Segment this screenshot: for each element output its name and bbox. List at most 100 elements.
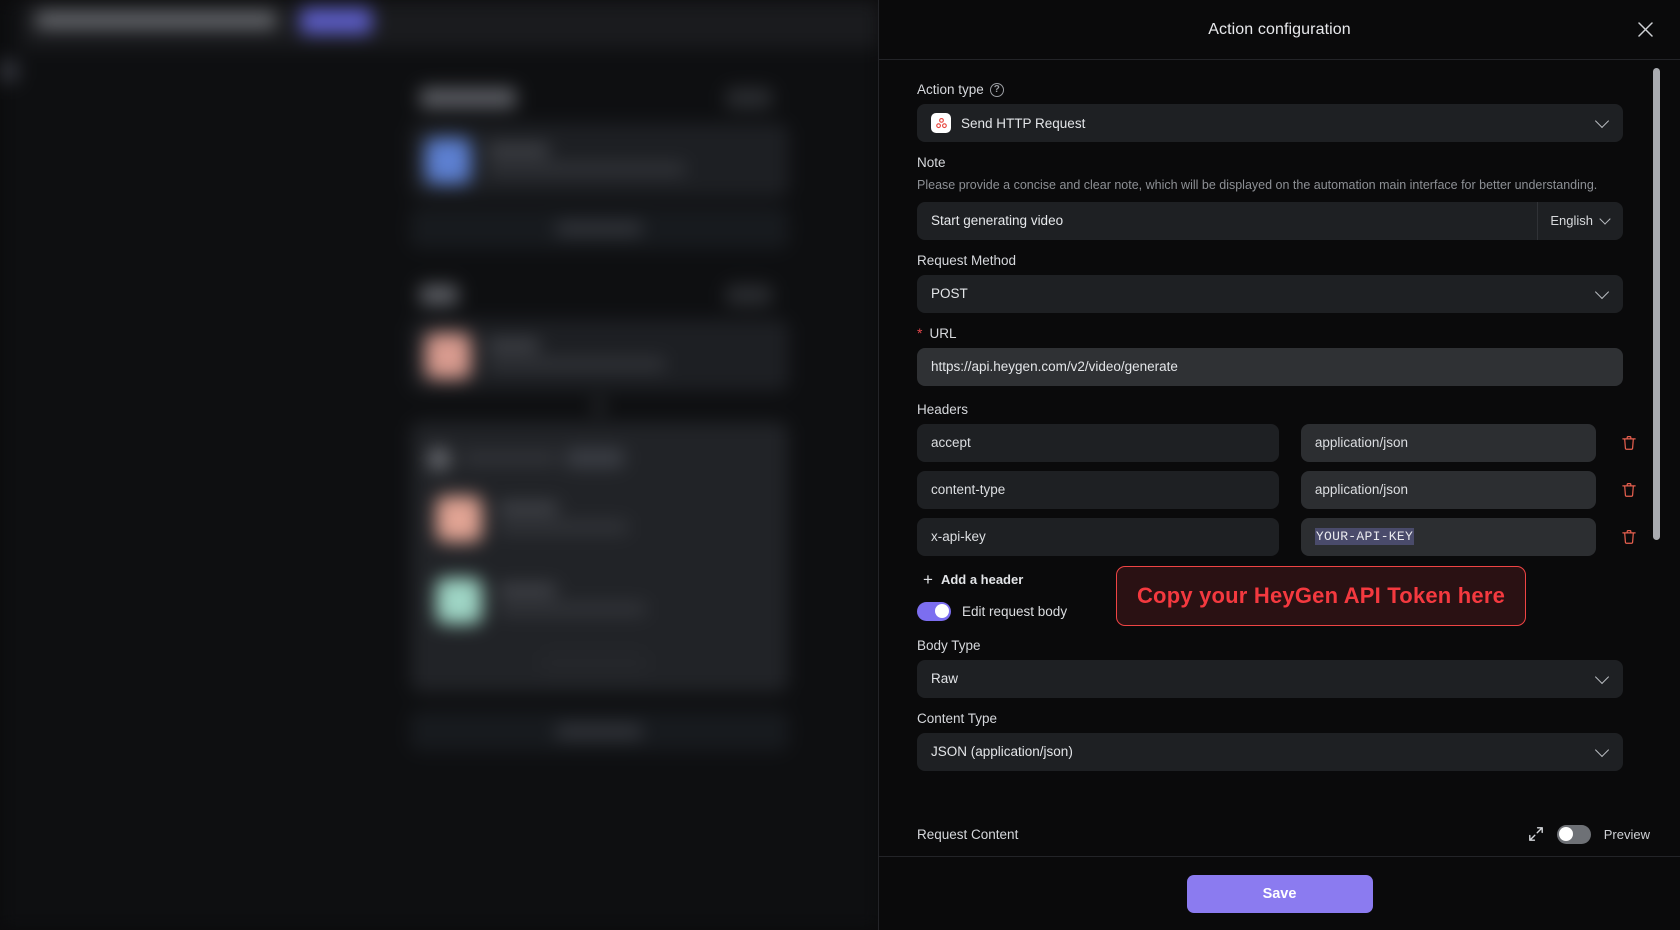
url-input[interactable]: https://api.heygen.com/v2/video/generate	[917, 347, 1623, 386]
page-title: Action configuration	[1208, 20, 1351, 38]
app-root: Action configuration Action type ? Send …	[0, 0, 1680, 930]
delete-header-icon[interactable]	[1620, 528, 1638, 546]
request-content-bar: Request Content Preview	[879, 812, 1680, 856]
preview-toggle[interactable]	[1556, 824, 1591, 844]
add-header-button[interactable]: + Add a header	[923, 571, 1023, 588]
background-connector-dot	[596, 400, 602, 412]
toggle-knob	[934, 604, 949, 619]
action-type-select[interactable]: Send HTTP Request	[917, 104, 1623, 142]
panel-body: Action type ? Send HTTP Request Note Ple…	[879, 60, 1680, 856]
background-addstep-label-2	[556, 726, 642, 737]
request-method-select[interactable]: POST	[917, 274, 1623, 313]
blurred-background-canvas	[0, 0, 880, 930]
background-card-line-2b	[487, 358, 665, 370]
chevron-down-icon	[1599, 213, 1611, 225]
content-type-label-text: Content Type	[917, 710, 998, 726]
content-type-label: Content Type	[917, 711, 1638, 726]
note-field-wrapper: Start generating video English	[917, 201, 1623, 240]
url-label-text: URL	[929, 325, 957, 341]
body-type-label-text: Body Type	[917, 637, 981, 653]
request-content-label: Request Content	[917, 826, 1019, 842]
background-section-action-1	[726, 88, 772, 108]
preview-label: Preview	[1603, 826, 1650, 842]
background-sub-icon-2	[436, 578, 482, 624]
header-key-input[interactable]: accept	[917, 423, 1279, 462]
header-key-value: content-type	[931, 482, 1006, 498]
url-label: URL	[917, 326, 1638, 341]
send-http-request-icon	[931, 113, 951, 133]
background-topbar-chip	[300, 8, 372, 34]
note-input[interactable]: Start generating video	[917, 202, 1537, 240]
delete-header-icon[interactable]	[1620, 481, 1638, 499]
note-language-value: English	[1550, 213, 1593, 229]
header-row: accept application/json	[917, 423, 1638, 462]
content-type-select[interactable]: JSON (application/json)	[917, 732, 1623, 771]
header-row: x-api-key YOUR-API-KEY	[917, 517, 1638, 556]
background-sub-line-2b	[498, 603, 646, 615]
note-label: Note	[917, 155, 1638, 170]
header-value-input[interactable]: application/json	[1300, 470, 1596, 509]
action-type-value: Send HTTP Request	[961, 115, 1086, 131]
background-card-line-2a	[487, 340, 539, 350]
background-sub-line-2a	[498, 585, 556, 595]
request-method-label: Request Method	[917, 253, 1638, 268]
background-card-icon-2	[425, 333, 471, 379]
note-label-text: Note	[917, 155, 946, 170]
header-value-text: application/json	[1314, 435, 1408, 451]
action-type-label: Action type ?	[917, 82, 1638, 97]
background-card-line-1a	[487, 145, 549, 155]
background-side-button	[0, 60, 18, 82]
background-addstep-label-1	[556, 223, 642, 234]
body-type-label: Body Type	[917, 638, 1638, 653]
body-type-select[interactable]: Raw	[917, 659, 1623, 698]
background-card-line-1b	[487, 163, 685, 175]
add-header-label: Add a header	[940, 571, 1024, 587]
toggle-knob	[1559, 827, 1574, 841]
background-card-icon-1	[425, 138, 471, 184]
background-sub-icon-1	[436, 496, 482, 542]
background-section-title-2	[420, 285, 458, 305]
request-method-value: POST	[931, 286, 968, 302]
url-value: https://api.heygen.com/v2/video/generate	[931, 359, 1178, 375]
expand-icon[interactable]	[1528, 826, 1544, 842]
header-value-text: YOUR-API-KEY	[1314, 528, 1415, 546]
header-row: content-type application/json	[917, 470, 1638, 509]
background-group-badge	[566, 449, 624, 467]
plus-icon: +	[923, 569, 933, 589]
background-topbar-title	[36, 12, 276, 28]
background-group-title	[462, 452, 558, 464]
headers-label-text: Headers	[917, 401, 969, 417]
header-key-value: accept	[931, 435, 971, 451]
background-section-title-1	[420, 88, 516, 108]
save-button[interactable]: Save	[1186, 874, 1373, 913]
note-helper-text: Please provide a concise and clear note,…	[917, 178, 1598, 192]
header-value-input[interactable]: application/json	[1300, 423, 1596, 462]
question-mark-icon[interactable]: ?	[989, 82, 1004, 97]
background-section-action-2	[726, 285, 772, 305]
body-type-value: Raw	[931, 671, 959, 687]
background-sub-line-1a	[498, 503, 558, 513]
panel-header: Action configuration	[879, 0, 1680, 60]
header-value-input[interactable]: YOUR-API-KEY	[1300, 517, 1596, 556]
close-icon[interactable]	[1632, 17, 1658, 43]
background-group-icon	[428, 448, 450, 470]
content-type-value: JSON (application/json)	[931, 744, 1073, 760]
edit-request-body-label: Edit request body	[962, 603, 1068, 619]
background-sub-line-1b	[498, 521, 628, 533]
headers-label: Headers	[917, 402, 1638, 417]
action-configuration-panel: Action configuration Action type ? Send …	[878, 0, 1680, 930]
panel-footer: Save	[879, 856, 1680, 930]
request-content-controls: Preview	[1528, 824, 1650, 844]
scrollbar-thumb[interactable]	[1653, 68, 1660, 540]
header-key-input[interactable]: content-type	[917, 470, 1279, 509]
header-value-text: application/json	[1314, 482, 1408, 498]
action-type-label-text: Action type	[917, 82, 984, 97]
scrollbar-track[interactable]	[1653, 64, 1670, 840]
note-language-select[interactable]: English	[1537, 201, 1623, 240]
delete-header-icon[interactable]	[1620, 434, 1638, 452]
edit-request-body-toggle[interactable]	[917, 601, 951, 621]
annotation-callout: Copy your HeyGen API Token here	[1116, 566, 1526, 626]
header-key-value: x-api-key	[931, 529, 986, 545]
header-key-input[interactable]: x-api-key	[917, 517, 1279, 556]
background-group-addstep	[540, 650, 648, 676]
